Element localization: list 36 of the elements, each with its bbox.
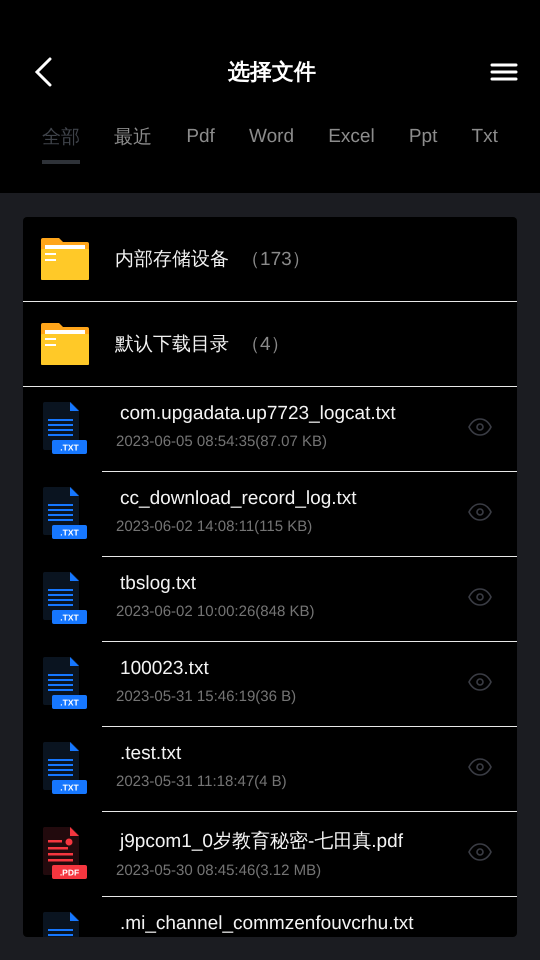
menu-icon[interactable] — [490, 62, 518, 82]
filter-tab[interactable]: Pdf — [186, 124, 215, 164]
file-details: 2023-06-02 10:00:26(848 KB) — [116, 603, 316, 620]
folder-row[interactable]: 内部存储设备 （173） — [23, 217, 517, 302]
file-name[interactable]: .test.txt — [120, 743, 468, 765]
file-details: 2023-05-31 11:18:47(4 B) — [116, 773, 288, 790]
filter-tab[interactable]: Word — [249, 124, 294, 164]
file-name[interactable]: j9pcom1_0岁教育秘密-七田真.pdf — [120, 828, 468, 854]
back-icon[interactable] — [32, 57, 54, 87]
file-name[interactable]: .mi_channel_commzenfouvcrhu.txt — [120, 913, 517, 935]
file-count: （173） — [241, 248, 311, 272]
page-title: 选择文件 — [228, 58, 316, 86]
folder-icon — [41, 238, 89, 280]
eye-icon[interactable] — [468, 503, 492, 521]
folder-row[interactable]: 默认下载目录 （4） — [23, 302, 517, 387]
file-name[interactable]: tbslog.txt — [120, 573, 468, 595]
folder-name: 内部存储设备 — [115, 248, 229, 272]
filter-tab[interactable]: Txt — [472, 124, 498, 164]
file-details: 2023-06-05 08:54:35(87.07 KB) — [116, 433, 328, 450]
file-details: 2023-05-31 15:46:19(36 B) — [116, 688, 298, 705]
eye-icon[interactable] — [468, 588, 492, 606]
file-name[interactable]: cc_download_record_log.txt — [120, 488, 468, 510]
file-count: （4） — [241, 333, 290, 357]
eye-icon[interactable] — [468, 673, 492, 691]
file-details: 2023-06-02 14:08:11(115 KB) — [116, 518, 314, 535]
filter-tab[interactable]: Ppt — [408, 124, 438, 164]
file-name[interactable]: com.upgadata.up7723_logcat.txt — [120, 403, 468, 425]
folder-name: 默认下载目录 — [115, 333, 229, 357]
eye-icon[interactable] — [468, 758, 492, 776]
filter-tab[interactable]: 最近 — [114, 124, 152, 164]
file-name[interactable]: 100023.txt — [120, 658, 468, 680]
eye-icon[interactable] — [468, 843, 492, 861]
file-details: 2023-05-30 08:45:46(3.12 MB) — [116, 862, 322, 879]
folder-icon — [41, 323, 89, 365]
filter-tab[interactable]: Excel — [328, 124, 375, 164]
eye-icon[interactable] — [468, 418, 492, 436]
